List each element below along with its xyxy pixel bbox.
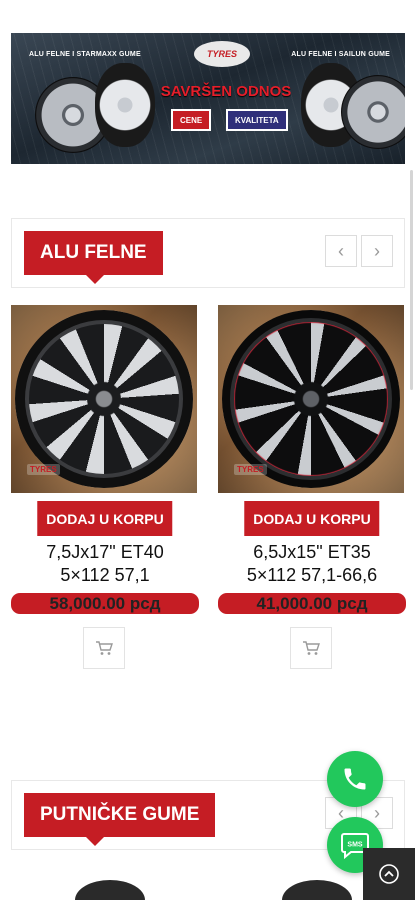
sms-icon-label: SMS: [347, 842, 363, 849]
product-price: 58,000.00 рсд: [11, 593, 199, 614]
cart-icon-button[interactable]: [290, 627, 332, 669]
carousel-next-button[interactable]: ›: [361, 235, 393, 267]
carousel-prev-button[interactable]: ‹: [325, 235, 357, 267]
cart-icon-button[interactable]: [83, 627, 125, 669]
product-card[interactable]: TYRES DODAJ U KORPU 6,5Jx15" ET35 5×112 …: [218, 305, 406, 669]
banner-right-tag: ALU FELNE I SAILUN GUME: [291, 51, 390, 58]
chevron-right-icon: ›: [374, 240, 380, 261]
product-image[interactable]: TYRES: [218, 305, 404, 493]
cart-icon: [96, 641, 113, 655]
product-name-line1: 7,5Jx17" ET40: [46, 542, 164, 562]
product-card[interactable]: TYRES DODAJ U KORPU 7,5Jx17" ET40 5×112 …: [11, 305, 199, 669]
tyre-product-image[interactable]: [75, 880, 145, 900]
cart-icon: [303, 641, 320, 655]
banner-wheel-right: [341, 75, 405, 149]
promo-banner[interactable]: ALU FELNE I STARMAXX GUME ALU FELNE I SA…: [11, 33, 405, 164]
product-name-line2: 5×112 57,1-66,6: [246, 565, 378, 585]
call-button[interactable]: [327, 751, 383, 807]
page-scrollbar[interactable]: [410, 170, 413, 390]
product-image[interactable]: TYRES: [11, 305, 197, 493]
section-title: ALU FELNE: [24, 231, 163, 284]
product-name-line1: 6,5Jx15" ET35: [253, 542, 371, 562]
chevron-left-icon: ‹: [338, 240, 344, 261]
chevron-right-icon: ›: [374, 802, 380, 823]
watermark-logo: TYRES: [27, 464, 60, 475]
banner-pill-price: CENE: [171, 109, 212, 131]
product-name-line2: 5×112 57,1: [60, 565, 150, 585]
section-title: PUTNIČKE GUME: [24, 793, 216, 846]
arrow-up-icon: [379, 864, 399, 884]
add-to-cart-button[interactable]: DODAJ U KORPU: [244, 501, 380, 536]
watermark-logo: TYRES: [234, 464, 267, 475]
product-price: 41,000.00 рсд: [218, 593, 406, 614]
banner-tyre-left: [95, 63, 155, 147]
tyre-product-image[interactable]: [282, 880, 352, 900]
tyres-logo: TYRES: [194, 41, 250, 67]
banner-pill-quality: KVALITETA: [226, 109, 288, 131]
section-header-alu-felne: ALU FELNE ‹ ›: [11, 218, 405, 288]
banner-left-tag: ALU FELNE I STARMAXX GUME: [29, 51, 141, 58]
product-name[interactable]: 6,5Jx15" ET35 5×112 57,1-66,6: [218, 541, 406, 587]
scroll-to-top-button[interactable]: [363, 848, 415, 900]
phone-icon: [344, 768, 366, 790]
banner-headline: SAVRŠEN ODNOS: [160, 83, 292, 100]
product-name[interactable]: 7,5Jx17" ET40 5×112 57,1: [11, 541, 199, 587]
add-to-cart-button[interactable]: DODAJ U KORPU: [37, 501, 173, 536]
logo-text: TYRES: [206, 49, 237, 59]
